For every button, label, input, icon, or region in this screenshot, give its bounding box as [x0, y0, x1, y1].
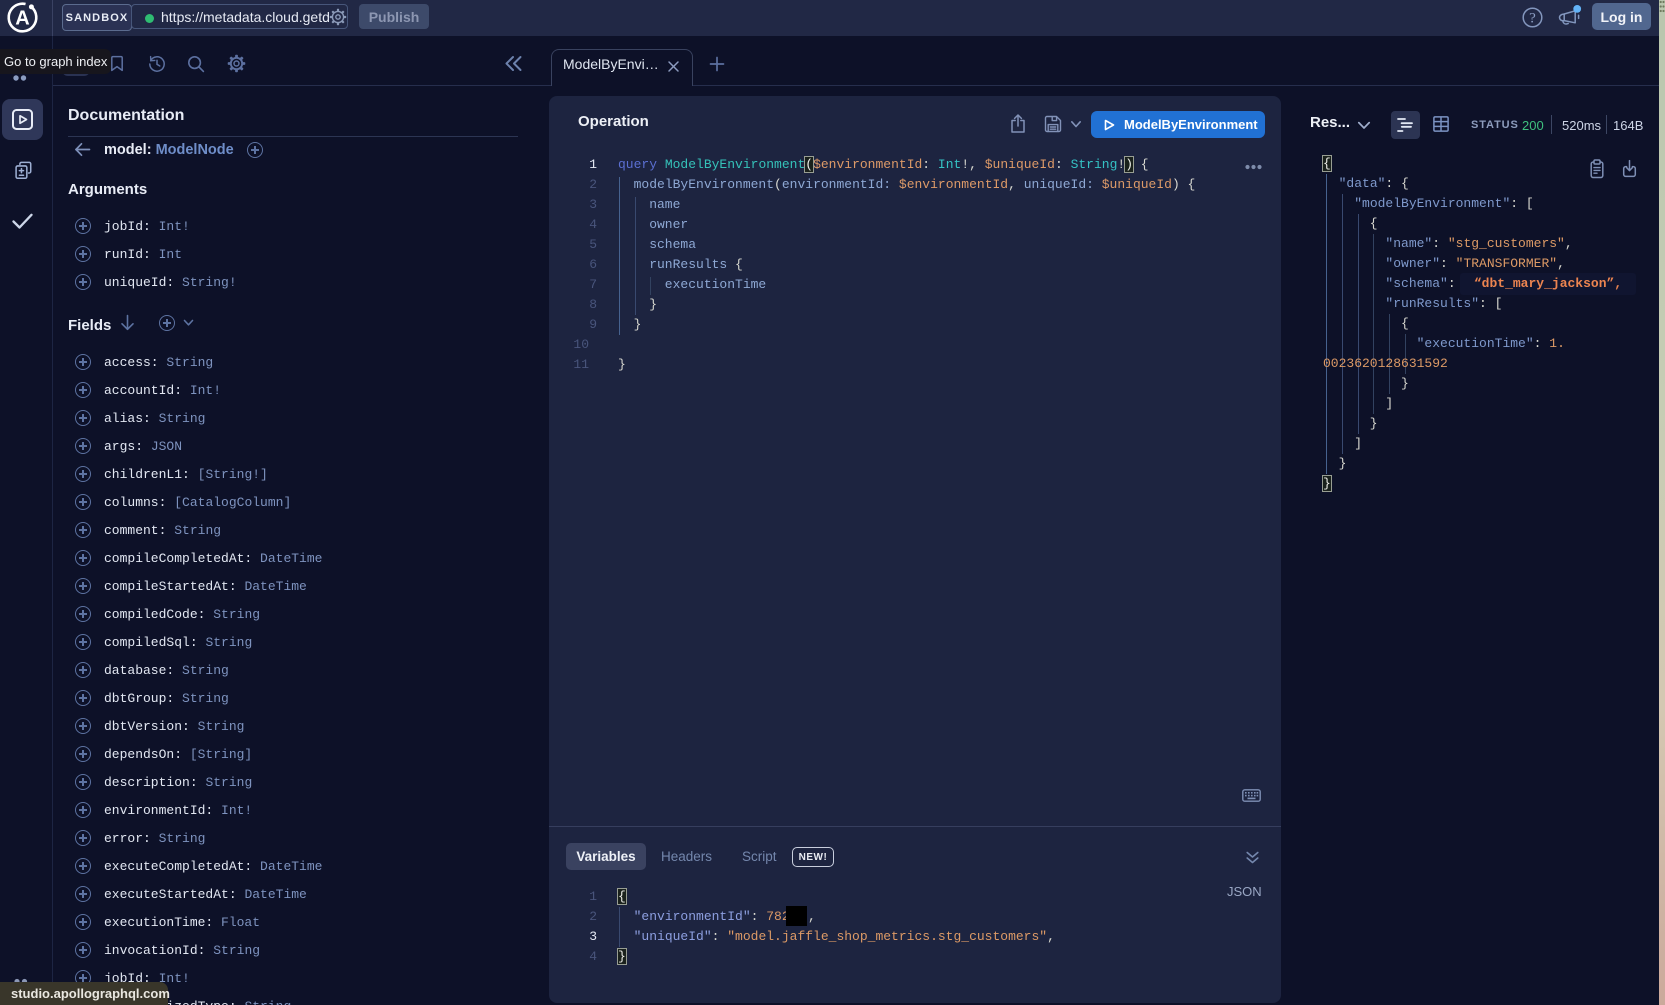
- svg-text:?: ?: [1529, 11, 1536, 27]
- svg-text:A: A: [15, 8, 29, 30]
